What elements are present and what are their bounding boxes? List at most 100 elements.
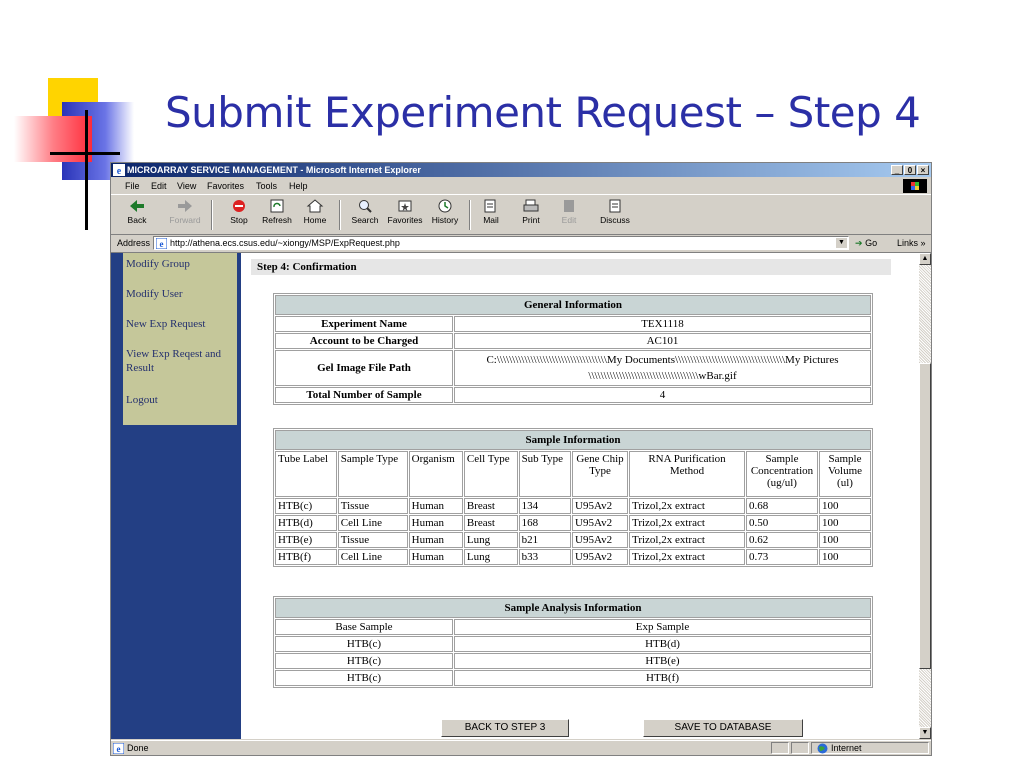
vertical-scrollbar[interactable]: ▲ ▼ bbox=[919, 253, 931, 739]
back-to-step-3-button[interactable]: BACK TO STEP 3 bbox=[441, 719, 569, 737]
column-header: Cell Type bbox=[463, 451, 518, 497]
svg-text:e: e bbox=[160, 239, 164, 249]
edit-button[interactable]: Edit bbox=[551, 198, 587, 232]
field-label: Total Number of Sample bbox=[275, 387, 453, 403]
nav-new-exp-request[interactable]: New Exp Request bbox=[126, 317, 205, 331]
column-header: Sample Type bbox=[337, 451, 408, 497]
slide-decoration-red-bar bbox=[14, 116, 92, 162]
step-title: Step 4: Confirmation bbox=[251, 259, 891, 275]
table-row: HTB(c) HTB(f) bbox=[275, 670, 871, 686]
back-arrow-icon bbox=[130, 200, 144, 212]
table-cell: b33 bbox=[518, 549, 571, 565]
field-value: C:\\\\\\\\\\\\\\\\\\\\\\\\\\\\\\\\\\\\My… bbox=[454, 350, 871, 386]
table-row: Total Number of Sample 4 bbox=[275, 387, 871, 403]
nav-logout[interactable]: Logout bbox=[126, 393, 158, 407]
forward-button[interactable]: Forward bbox=[167, 198, 203, 232]
table-cell: Trizol,2x extract bbox=[629, 532, 745, 548]
status-pane bbox=[771, 742, 789, 754]
home-icon bbox=[306, 199, 324, 213]
field-value: AC101 bbox=[454, 333, 871, 349]
svg-text:e: e bbox=[117, 166, 122, 176]
table-row: HTB(d) Cell Line Human Breast 168 U95Av2 Trizo… bbox=[275, 515, 871, 531]
table-cell: Tissue bbox=[337, 532, 408, 548]
menu-file[interactable]: File bbox=[125, 181, 140, 191]
menu-view[interactable]: View bbox=[177, 181, 196, 191]
table-row: HTB(c) HTB(d) bbox=[275, 636, 871, 652]
scroll-down-button[interactable]: ▼ bbox=[919, 727, 931, 739]
table-cell: Lung bbox=[463, 532, 518, 548]
back-button[interactable]: Back bbox=[119, 198, 155, 232]
print-icon bbox=[523, 199, 539, 212]
general-info-table: General Information Experiment Name TEX1… bbox=[273, 293, 873, 405]
maximize-button[interactable]: 0 bbox=[904, 165, 916, 175]
search-button[interactable]: Search bbox=[347, 198, 383, 232]
history-button[interactable]: History bbox=[427, 198, 463, 232]
table-cell: 0.73 bbox=[746, 549, 818, 565]
sample-info-table: Sample Information Tube Label Sample Typ… bbox=[273, 428, 873, 567]
table-cell: Breast bbox=[463, 498, 518, 514]
table-header-row: Tube Label Sample Type Organism Cell Typ… bbox=[275, 451, 871, 497]
slide-title: Submit Experiment Request – Step 4 bbox=[165, 88, 921, 137]
address-url: http://athena.ecs.csus.edu/~xiongy/MSP/E… bbox=[170, 238, 400, 248]
menu-favorites[interactable]: Favorites bbox=[207, 181, 244, 191]
toolbar: Back Forward Stop Refresh Home Search Fa… bbox=[111, 196, 931, 235]
scroll-up-button[interactable]: ▲ bbox=[919, 253, 931, 265]
nav-view-exp-request[interactable]: View Exp Reqest and Result bbox=[126, 347, 226, 375]
home-button[interactable]: Home bbox=[297, 198, 333, 232]
window-title: MICROARRAY SERVICE MANAGEMENT - Microsof… bbox=[127, 165, 421, 175]
nav-modify-group[interactable]: Modify Group bbox=[126, 257, 190, 271]
address-dropdown-button[interactable]: ▼ bbox=[836, 238, 847, 248]
table-cell: Breast bbox=[463, 515, 518, 531]
scroll-thumb[interactable] bbox=[919, 363, 931, 669]
status-bar: e Done Internet bbox=[111, 740, 931, 756]
nav-modify-user[interactable]: Modify User bbox=[126, 287, 183, 301]
save-to-database-button[interactable]: SAVE TO DATABASE bbox=[643, 719, 803, 737]
table-cell: 168 bbox=[518, 515, 571, 531]
mail-button[interactable]: Mail bbox=[473, 198, 509, 232]
column-header: Sample Volume (ul) bbox=[819, 451, 871, 497]
table-cell: HTB(e) bbox=[454, 653, 871, 669]
links-button[interactable]: Links » bbox=[897, 238, 926, 248]
favorites-button[interactable]: Favorites bbox=[387, 198, 423, 232]
table-cell: Trizol,2x extract bbox=[629, 515, 745, 531]
internet-explorer-icon: e bbox=[113, 164, 125, 176]
menu-edit[interactable]: Edit bbox=[151, 181, 167, 191]
table-cell: Human bbox=[408, 549, 463, 565]
menu-bar: File Edit View Favorites Tools Help bbox=[111, 178, 931, 195]
left-nav: Modify Group Modify User New Exp Request… bbox=[123, 253, 237, 425]
table-cell: Lung bbox=[463, 549, 518, 565]
print-button[interactable]: Print bbox=[513, 198, 549, 232]
stop-button[interactable]: Stop bbox=[221, 198, 257, 232]
address-input[interactable]: e http://athena.ecs.csus.edu/~xiongy/MSP… bbox=[153, 236, 849, 250]
table-cell: U95Av2 bbox=[572, 549, 628, 565]
column-header: Sub Type bbox=[518, 451, 571, 497]
table-cell: 0.50 bbox=[746, 515, 818, 531]
table-row: Account to be Charged AC101 bbox=[275, 333, 871, 349]
table-cell: Cell Line bbox=[337, 515, 408, 531]
forward-arrow-icon bbox=[178, 200, 192, 212]
window-titlebar[interactable]: e MICROARRAY SERVICE MANAGEMENT - Micros… bbox=[111, 163, 931, 177]
field-label: Gel Image File Path bbox=[275, 350, 453, 386]
close-button[interactable]: × bbox=[917, 165, 929, 175]
table-cell: 0.68 bbox=[746, 498, 818, 514]
discuss-button[interactable]: Discuss bbox=[597, 198, 633, 232]
table-row: HTB(e) Tissue Human Lung b21 U95Av2 Trizol,2x … bbox=[275, 532, 871, 548]
go-button[interactable]: ➔ Go bbox=[855, 238, 877, 249]
minimize-button[interactable]: _ bbox=[891, 165, 903, 175]
menu-help[interactable]: Help bbox=[289, 181, 308, 191]
table-cell: U95Av2 bbox=[572, 515, 628, 531]
column-header: Gene Chip Type bbox=[572, 451, 628, 497]
toolbar-separator bbox=[211, 200, 213, 230]
history-icon bbox=[438, 199, 452, 213]
edit-icon bbox=[564, 200, 574, 212]
toolbar-separator bbox=[339, 200, 341, 230]
table-header-row: Base Sample Exp Sample bbox=[275, 619, 871, 635]
address-label: Address bbox=[117, 238, 151, 248]
table-cell: 0.62 bbox=[746, 532, 818, 548]
table-cell: Human bbox=[408, 498, 463, 514]
browser-window: e MICROARRAY SERVICE MANAGEMENT - Micros… bbox=[110, 162, 932, 756]
table-row: Gel Image File Path C:\\\\\\\\\\\\\\\\\\… bbox=[275, 350, 871, 386]
menu-tools[interactable]: Tools bbox=[256, 181, 277, 191]
search-icon bbox=[359, 200, 372, 213]
refresh-button[interactable]: Refresh bbox=[259, 198, 295, 232]
